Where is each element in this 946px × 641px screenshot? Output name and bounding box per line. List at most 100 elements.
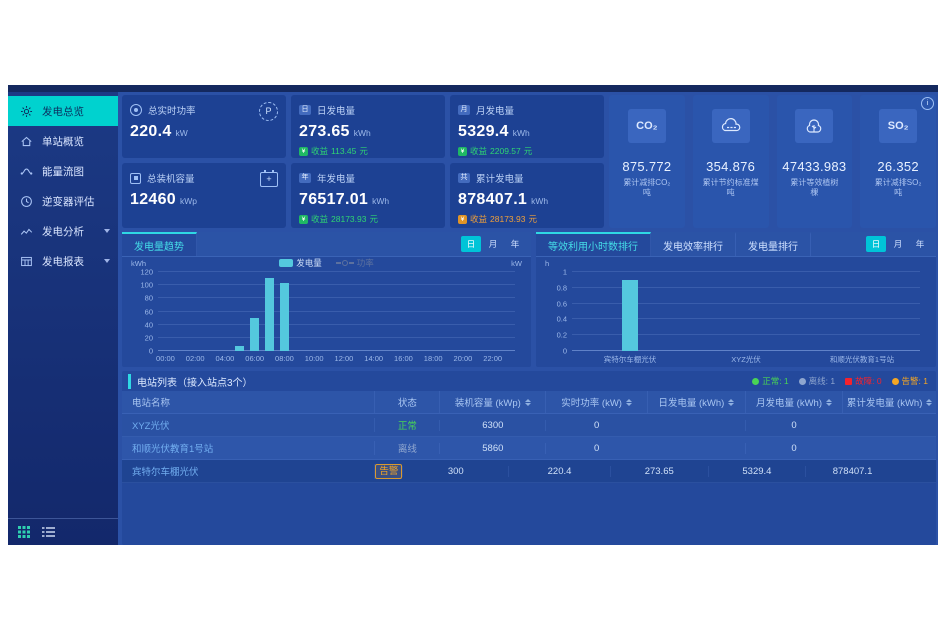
x-tick-label: 22:00	[483, 354, 502, 363]
station-name-cell[interactable]: 和顺光伏教育1号站	[122, 441, 374, 455]
period-button[interactable]: 日	[461, 236, 481, 252]
value-cell: 0	[745, 443, 843, 454]
profit-label: 收益	[311, 145, 328, 157]
value-cell: 273.65	[610, 466, 708, 477]
env-card: SO₂26.352累计减排SO₂吨	[860, 95, 936, 228]
gear-icon	[20, 105, 33, 118]
sidebar-item[interactable]: 逆变器评估	[8, 186, 118, 216]
sidebar-item[interactable]: 发电总览	[8, 96, 118, 126]
value-cell: 878407.1	[805, 466, 899, 477]
column-header[interactable]: 装机容量 (kWp)	[439, 391, 545, 413]
table-title-bar: 电站列表（接入站点3个） 正常: 1离线: 1故障: 0告警: 1	[122, 371, 936, 391]
tab-generation-trend[interactable]: 发电量趋势	[122, 232, 197, 256]
bar	[280, 283, 289, 351]
sidebar-item-label: 发电报表	[42, 254, 100, 269]
period-button[interactable]: 年	[505, 236, 525, 252]
y-tick-label: 60	[145, 307, 153, 316]
sidebar-item[interactable]: 能量流图	[8, 156, 118, 186]
profit-value: 2209.57	[490, 146, 521, 156]
gridline	[572, 271, 920, 272]
legend-item[interactable]: 发电量	[279, 257, 322, 269]
status-legend-item: 离线: 1	[799, 375, 835, 387]
profit-unit: 元	[528, 213, 537, 225]
x-tick-label: 20:00	[454, 354, 473, 363]
gridline	[158, 350, 515, 351]
yuan-badge-icon: ¥	[458, 215, 467, 224]
table-row[interactable]: 和顺光伏教育1号站离线586000	[122, 437, 936, 460]
profit-row: ¥ 收益 28173.93 元	[299, 213, 437, 225]
sort-icon[interactable]	[626, 399, 632, 406]
ranking-panel: 等效利用小时数排行发电效率排行发电量排行 日月年 h 00.20.40.60.8…	[536, 232, 936, 367]
tab-ranking[interactable]: 发电效率排行	[651, 232, 736, 256]
x-tick-label: 00:00	[156, 354, 175, 363]
table-row[interactable]: 宾特尔车棚光伏告警300220.4273.655329.4878407.1	[122, 460, 936, 483]
sort-icon[interactable]	[926, 399, 932, 406]
period-button[interactable]: 年	[910, 236, 930, 252]
x-tick-label: 和顺光伏教育1号站	[830, 354, 894, 365]
gridline	[158, 337, 515, 338]
status-legend-label: 告警: 1	[902, 375, 928, 387]
power-icon	[130, 104, 142, 116]
value-cell: 300	[402, 466, 508, 477]
env-card: 47433.983累计等效植树棵	[777, 95, 853, 228]
status-cell: 离线	[374, 441, 439, 455]
kpi-label: 总实时功率	[148, 103, 196, 117]
sidebar-item-label: 发电分析	[42, 224, 100, 239]
y-tick-label: 0	[563, 347, 567, 356]
gridline	[158, 324, 515, 325]
table-row[interactable]: XYZ光伏正常630000	[122, 414, 936, 437]
tree-icon	[795, 109, 833, 143]
table-body: XYZ光伏正常630000和顺光伏教育1号站离线586000宾特尔车棚光伏告警3…	[122, 414, 936, 483]
sidebar-item[interactable]: 发电分析	[8, 216, 118, 246]
legend-label: 功率	[357, 257, 374, 269]
period-button[interactable]: 日	[866, 236, 886, 252]
env-label: 累计减排SO₂	[860, 178, 936, 188]
legend-label: 发电量	[296, 257, 322, 269]
y-axis-unit-right: kW	[511, 259, 522, 268]
column-header: 电站名称	[122, 391, 374, 413]
x-tick-label: 08:00	[275, 354, 294, 363]
env-unit: 吨	[860, 188, 936, 198]
coal-icon	[712, 109, 750, 143]
sidebar: 发电总览单站概览能量流图逆变器评估发电分析发电报表	[8, 92, 118, 545]
sort-icon[interactable]	[728, 399, 734, 406]
column-header[interactable]: 日发电量 (kWh)	[647, 391, 745, 413]
x-tick-label: 16:00	[394, 354, 413, 363]
sort-icon[interactable]	[826, 399, 832, 406]
period-button[interactable]: 月	[483, 236, 503, 252]
station-name-cell[interactable]: 宾特尔车棚光伏	[122, 464, 374, 478]
status-marker	[799, 378, 806, 385]
value-cell: 5860	[439, 443, 545, 454]
tab-ranking[interactable]: 等效利用小时数排行	[536, 232, 651, 256]
daily-icon: 日	[299, 105, 311, 115]
column-header[interactable]: 实时功率 (kW)	[545, 391, 647, 413]
kpi-label: 日发电量	[317, 103, 355, 117]
legend-item[interactable]: 功率	[336, 257, 374, 269]
column-header-label: 实时功率 (kW)	[561, 395, 622, 409]
column-header[interactable]: 累计发电量 (kWh)	[842, 391, 936, 413]
period-button[interactable]: 月	[888, 236, 908, 252]
chevron-down-icon	[104, 229, 110, 233]
info-icon[interactable]: i	[921, 97, 934, 110]
env-unit: 吨	[609, 188, 685, 198]
calendar-icon: +	[260, 172, 278, 187]
kpi-card-installed-capacity: 总装机容量 + 12460 kWp	[122, 163, 286, 228]
status-legend-label: 故障: 0	[855, 375, 881, 387]
top-bar	[8, 85, 938, 92]
env-label: 累计等效植树	[777, 178, 853, 188]
menu-collapse-icon[interactable]	[42, 527, 55, 537]
status-marker	[892, 378, 899, 385]
ranking-tabs: 等效利用小时数排行发电效率排行发电量排行	[536, 232, 811, 256]
column-header[interactable]: 月发电量 (kWh)	[745, 391, 843, 413]
tab-ranking[interactable]: 发电量排行	[736, 232, 811, 256]
y-tick-label: 20	[145, 333, 153, 342]
status-legend: 正常: 1离线: 1故障: 0告警: 1	[752, 371, 928, 391]
kpi-card-monthly-energy: 月 月发电量 5329.4 kWh ¥ 收益 2209.57 元	[450, 95, 604, 158]
column-header-label: 状态	[398, 395, 417, 409]
sort-icon[interactable]	[525, 399, 531, 406]
app-grid-icon[interactable]	[18, 526, 30, 538]
sidebar-item[interactable]: 单站概览	[8, 126, 118, 156]
sidebar-item[interactable]: 发电报表	[8, 246, 118, 276]
value-cell: 6300	[439, 420, 545, 431]
station-name-cell[interactable]: XYZ光伏	[122, 418, 374, 432]
